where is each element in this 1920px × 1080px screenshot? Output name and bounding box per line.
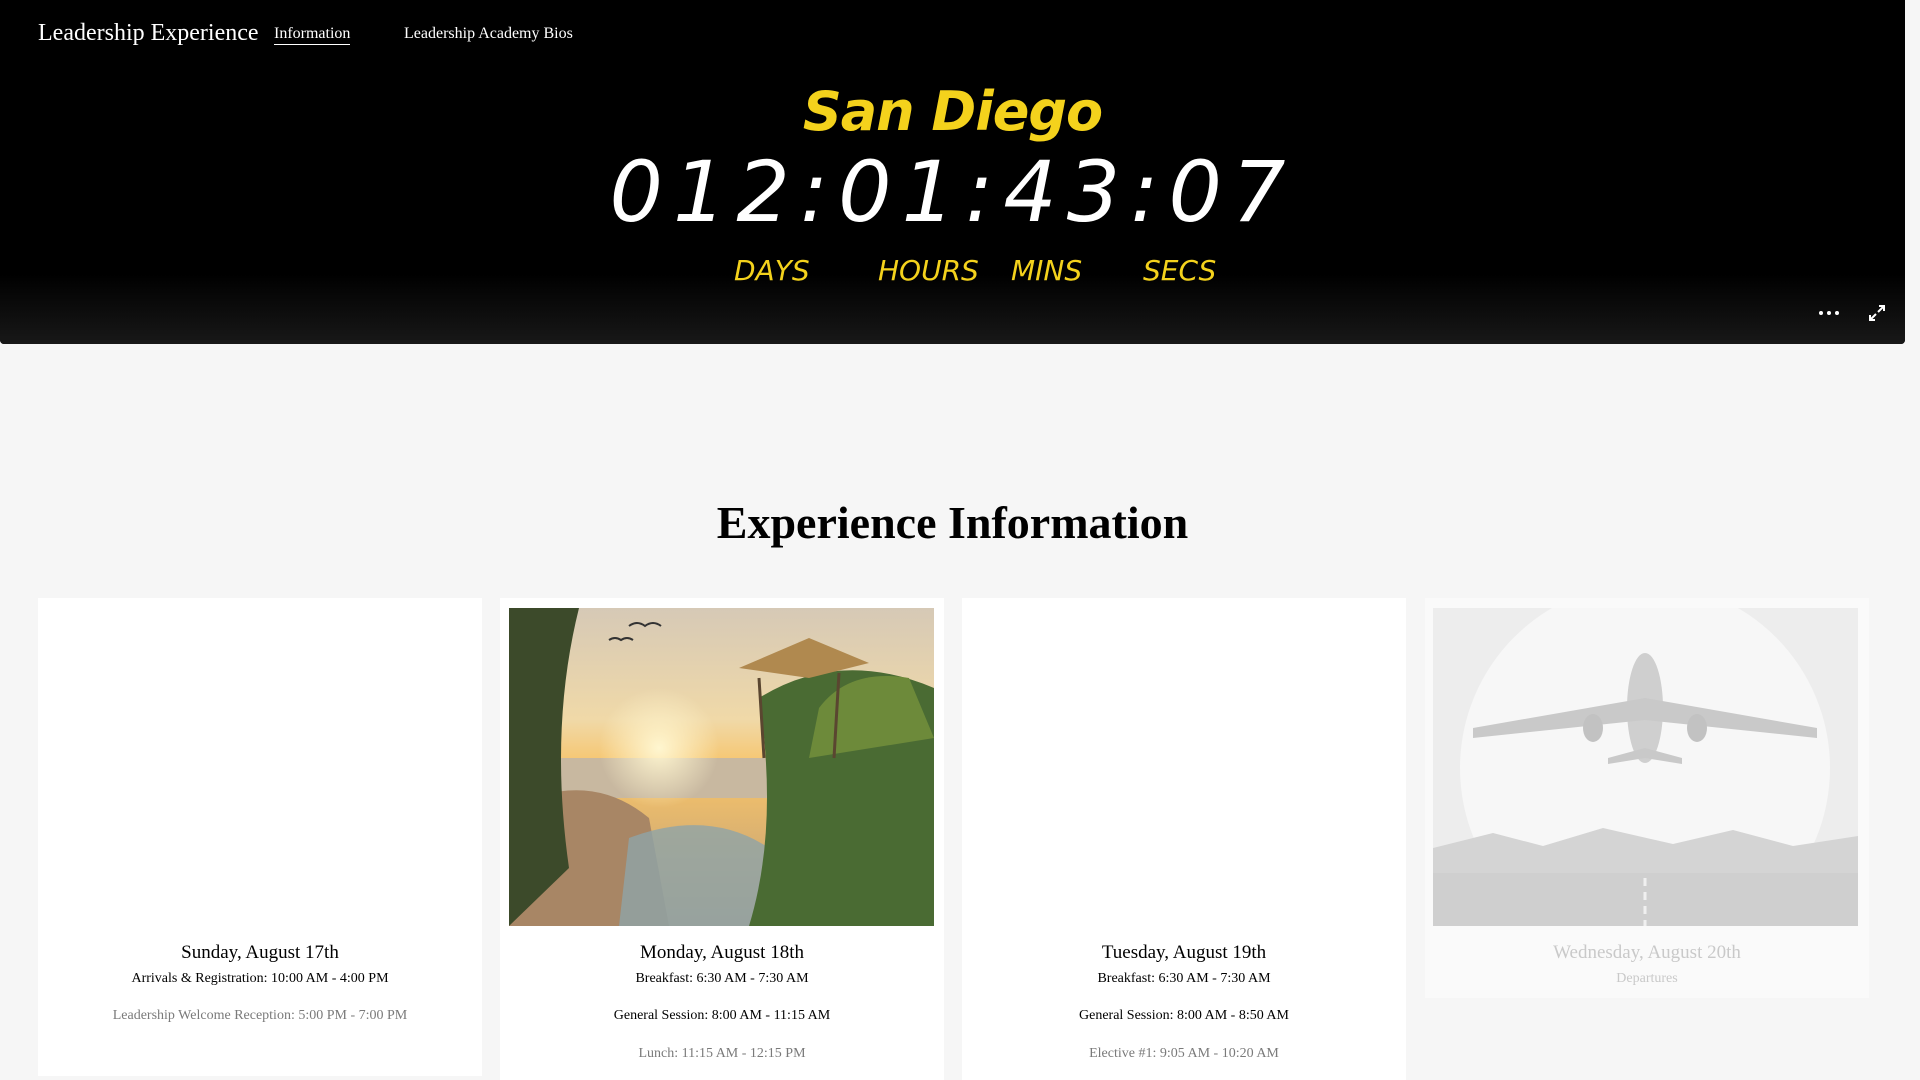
more-icon[interactable]	[1818, 304, 1840, 322]
card-day-title: Sunday, August 17th	[181, 942, 339, 963]
card-day-title: Tuesday, August 19th	[1101, 942, 1267, 963]
card-line: Breakfast: 6:30 AM - 7:30 AM	[635, 971, 809, 986]
countdown-timer: 012:01:43:07	[609, 143, 1296, 241]
fullscreen-icon[interactable]	[1868, 304, 1886, 327]
schedule-card-monday: Monday, August 18th Breakfast: 6:30 AM -…	[500, 598, 944, 1080]
card-line: Breakfast: 6:30 AM - 7:30 AM	[1097, 971, 1271, 986]
hero-banner: Leadership Experience Information Leader…	[0, 0, 1905, 344]
section-title: Experience Information	[716, 497, 1189, 548]
card-line: Elective #1: 9:05 AM - 10:20 AM	[1089, 1046, 1279, 1061]
countdown-unit-secs: SECS	[1143, 254, 1217, 287]
card-line: General Session: 8:00 AM - 11:15 AM	[613, 1008, 831, 1023]
schedule-card-wednesday: Wednesday, August 20th Departures	[1425, 598, 1869, 998]
card-line: Arrivals & Registration: 10:00 AM - 4:00…	[131, 971, 389, 986]
nav-link-leadership-academy-bios[interactable]: Leadership Academy Bios	[404, 25, 573, 43]
nav-link-information[interactable]: Information	[274, 25, 351, 45]
airplane-image	[1433, 608, 1858, 926]
countdown-unit-hours: HOURS	[878, 254, 979, 287]
countdown-unit-days: DAYS	[734, 254, 810, 287]
card-day-title: Wednesday, August 20th	[1553, 942, 1741, 963]
countdown-unit-mins: MINS	[1011, 254, 1083, 287]
card-line: Departures	[1616, 971, 1678, 986]
beach-sunset-image	[509, 608, 934, 926]
card-line: Lunch: 11:15 AM - 12:15 PM	[638, 1046, 806, 1061]
site-brand[interactable]: Leadership Experience	[38, 20, 259, 47]
card-line: General Session: 8:00 AM - 8:50 AM	[1079, 1008, 1289, 1023]
schedule-card-sunday: Sunday, August 17th Arrivals & Registrat…	[38, 598, 482, 1076]
card-line: Leadership Welcome Reception: 5:00 PM - …	[112, 1008, 408, 1023]
schedule-card-tuesday: Tuesday, August 19th Breakfast: 6:30 AM …	[962, 598, 1406, 1080]
countdown-city: San Diego	[802, 80, 1103, 143]
card-day-title: Monday, August 18th	[640, 942, 804, 963]
top-nav: Leadership Experience Information Leader…	[0, 0, 1905, 70]
